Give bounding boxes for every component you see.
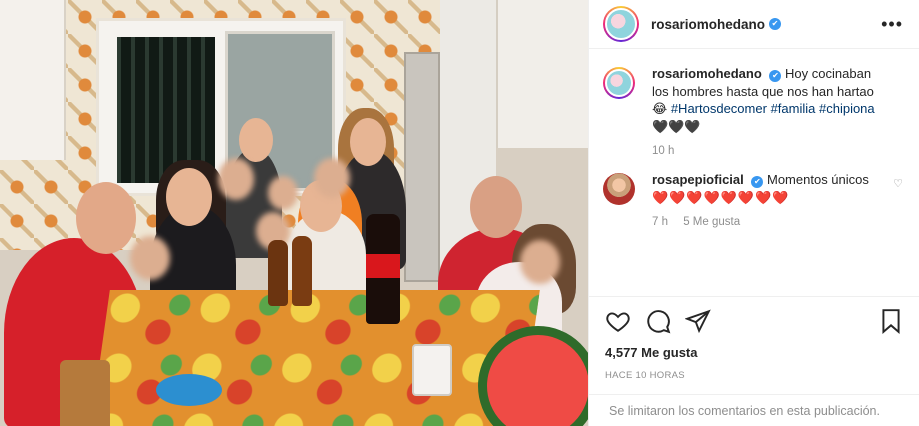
share-icon[interactable] [684,308,711,334]
blurred-face [314,158,350,198]
avatar[interactable] [603,173,635,205]
comments-list: rosariomohedano ✔ Hoy cocinaban los homb… [589,49,919,228]
bookmark-icon[interactable] [878,308,904,334]
likes-count[interactable]: 4,577 Me gusta [605,345,904,360]
hashtag[interactable]: #familia [771,101,816,116]
comment: rosapepioficial ✔ Momentos únicos ❤️❤️❤️… [603,171,903,228]
comment-text: Momentos únicos [767,172,869,187]
avatar[interactable] [603,6,639,42]
comment-likes[interactable]: 5 Me gusta [683,216,740,228]
heart-icon[interactable] [605,308,631,334]
post-header: rosariomohedano ✔ ••• [589,0,919,49]
person-head [76,182,136,254]
post-photo[interactable] [0,0,588,426]
more-horizontal-icon[interactable]: ••• [881,14,903,35]
verified-icon: ✔ [769,70,782,82]
post-timestamp[interactable]: HACE 10 HORAS [605,370,904,381]
person-head [239,118,273,162]
oven [404,52,440,282]
comment-time[interactable]: 7 h [652,216,668,228]
person-head [350,118,386,166]
caption-username[interactable]: rosariomohedano [652,66,762,81]
heart-outline-icon[interactable]: ♡ [893,177,903,228]
plate [156,374,222,406]
blurred-face [520,240,560,284]
caption-time[interactable]: 10 h [652,145,674,157]
avatar[interactable] [603,67,635,99]
hashtag[interactable]: #chipiona [819,101,875,116]
chair [60,360,110,426]
verified-icon: ✔ [769,18,782,30]
beer-bottle [268,240,288,306]
kitchen-cabinet [0,0,66,160]
hearts-emoji: ❤️❤️❤️❤️❤️❤️❤️❤️ [652,189,790,205]
person-head [166,168,212,226]
kitchen-cabinet [496,0,588,148]
dining-table [90,290,540,426]
action-bar [605,307,904,335]
comments-disabled-notice: Se limitaron los comentarios en esta pub… [589,394,919,426]
mug [412,344,452,396]
blurred-face [130,236,170,280]
verified-icon: ✔ [751,176,764,188]
instagram-post: rosariomohedano ✔ ••• rosariomohedano ✔ … [0,0,919,426]
caption: rosariomohedano ✔ Hoy cocinaban los homb… [603,65,903,157]
emoji: 🖤🖤🖤 [652,118,701,134]
header-username[interactable]: rosariomohedano [651,17,765,32]
hashtag[interactable]: #Hartosdecomer [671,101,767,116]
emoji: 😂 [652,101,668,116]
blurred-face [218,158,254,200]
comment-username[interactable]: rosapepioficial [652,172,744,187]
actions-area: 4,577 Me gusta HACE 10 HORAS [589,296,919,381]
person-head [470,176,522,238]
post-sidebar: rosariomohedano ✔ ••• rosariomohedano ✔ … [588,0,919,426]
comment-icon[interactable] [645,308,671,334]
blurred-face [268,176,298,210]
beer-bottle [292,236,312,306]
